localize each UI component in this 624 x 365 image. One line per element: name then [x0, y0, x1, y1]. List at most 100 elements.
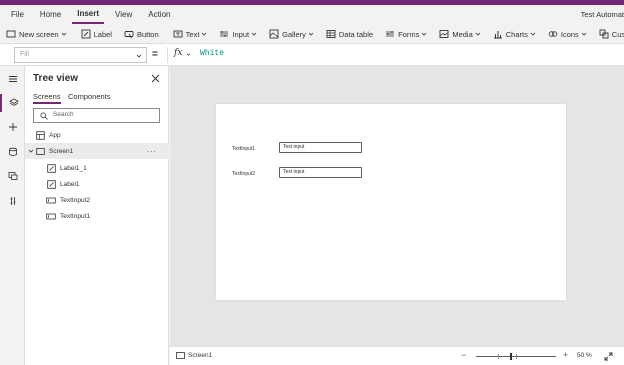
- zoom-tick: [498, 354, 499, 359]
- chevron-down-icon: [251, 32, 257, 36]
- data-table-icon: [326, 30, 336, 38]
- gallery-button[interactable]: Gallery: [263, 25, 320, 43]
- screen-icon: [176, 352, 185, 359]
- tree-node-label: Screen1: [49, 147, 74, 155]
- tree-view-panel: Tree view Screens Components Search App …: [25, 66, 169, 365]
- status-screen-name: Screen1: [188, 352, 213, 359]
- zoom-slider[interactable]: [476, 353, 556, 360]
- screen-selector[interactable]: Screen1: [176, 352, 212, 359]
- new-screen-label: New screen: [19, 29, 59, 39]
- canvas-textinput1[interactable]: Text input: [279, 142, 362, 153]
- media-button[interactable]: Media: [433, 25, 486, 43]
- tree-node-label: App: [49, 131, 61, 139]
- gallery-icon: [269, 29, 279, 39]
- new-screen-icon: [6, 30, 16, 38]
- tree-node-label1-1[interactable]: Label1_1: [25, 160, 169, 176]
- zoom-in-button[interactable]: +: [563, 350, 568, 360]
- tree-node-label: TextInput2: [60, 196, 90, 204]
- formula-input[interactable]: White: [200, 49, 224, 58]
- label-edit-icon: [47, 179, 56, 189]
- charts-icon: [493, 31, 502, 39]
- chevron-down-icon: [136, 54, 142, 58]
- hamburger-menu-button[interactable]: [0, 70, 25, 88]
- icons-icon: [548, 31, 558, 37]
- tree-node-label: Label1_1: [60, 164, 87, 172]
- fx-icon[interactable]: fx: [174, 48, 182, 58]
- formula-divider: [167, 47, 168, 63]
- tree-search-input[interactable]: Search: [33, 108, 160, 123]
- chevron-down-icon[interactable]: [28, 148, 34, 154]
- tree-node-label: TextInput1: [60, 212, 90, 220]
- button-icon: [124, 31, 134, 39]
- chevron-down-icon: [422, 32, 427, 36]
- tree-node-label: Label1: [60, 180, 80, 188]
- data-table-button-label: Data table: [338, 29, 374, 39]
- custom-button[interactable]: Custom: [593, 25, 624, 43]
- close-icon[interactable]: [151, 74, 160, 83]
- app-icon: [36, 130, 45, 140]
- tab-screens[interactable]: Screens: [33, 92, 61, 104]
- chevron-down-icon: [475, 32, 481, 36]
- menu-home[interactable]: Home: [35, 5, 66, 25]
- canvas-area: TextInput1 Text input TextInput2 Text in…: [170, 66, 624, 346]
- menu-action[interactable]: Action: [143, 5, 175, 25]
- text-button-label: Text: [185, 29, 200, 39]
- layers-icon: [8, 98, 19, 106]
- plus-icon: [8, 123, 17, 131]
- search-icon: [40, 112, 48, 120]
- label-edit-icon: [47, 163, 56, 173]
- formula-bar: Fill = fx White: [0, 44, 624, 66]
- input-icon: [220, 31, 229, 37]
- new-screen-button[interactable]: New screen: [0, 25, 73, 43]
- menu-file[interactable]: File: [6, 5, 29, 25]
- custom-icon: [599, 29, 609, 39]
- canvas-textinput2[interactable]: Text input: [279, 167, 362, 178]
- forms-icon: [386, 31, 395, 37]
- charts-button[interactable]: Charts: [487, 25, 542, 43]
- tree-node-textinput1[interactable]: TextInput1: [25, 208, 169, 224]
- input-button-label: Input: [232, 29, 250, 39]
- property-placeholder: Fill: [20, 51, 29, 58]
- tree-node-app[interactable]: App: [25, 127, 169, 143]
- advanced-tools-button[interactable]: [0, 192, 25, 210]
- chevron-down-icon[interactable]: [186, 52, 191, 57]
- insert-button[interactable]: [0, 118, 25, 136]
- input-button[interactable]: Input: [213, 25, 263, 43]
- data-table-button[interactable]: Data table: [320, 25, 379, 43]
- label-button[interactable]: Label: [75, 25, 118, 43]
- forms-button[interactable]: Forms: [379, 25, 433, 43]
- tree-view-button[interactable]: [0, 94, 25, 112]
- canvas-label-textinput1[interactable]: TextInput1: [232, 146, 255, 152]
- zoom-out-button[interactable]: −: [461, 350, 466, 360]
- more-options-icon[interactable]: ...: [147, 145, 157, 154]
- zoom-slider-thumb[interactable]: [510, 353, 513, 360]
- data-button[interactable]: [0, 143, 25, 161]
- text-icon: [173, 30, 183, 38]
- expand-icon[interactable]: [604, 352, 613, 361]
- icons-button[interactable]: Icons: [542, 25, 593, 43]
- forms-button-label: Forms: [398, 29, 420, 39]
- tree-node-screen1[interactable]: Screen1 ...: [25, 143, 169, 159]
- text-input-icon: [46, 197, 56, 203]
- property-dropdown[interactable]: Fill: [14, 47, 147, 63]
- canvas-label-textinput2[interactable]: TextInput2: [232, 171, 255, 177]
- label-icon: [81, 29, 91, 39]
- media-icon: [439, 30, 449, 38]
- tree-view-title: Tree view: [33, 73, 79, 84]
- menu-insert[interactable]: Insert: [72, 6, 105, 24]
- app-title: Test Automat: [580, 10, 624, 19]
- icons-button-label: Icons: [560, 29, 579, 39]
- tree-node-label1[interactable]: Label1: [25, 176, 169, 192]
- tab-components[interactable]: Components: [68, 92, 111, 101]
- button-button[interactable]: Button: [118, 25, 165, 43]
- charts-button-label: Charts: [505, 29, 528, 39]
- menu-bar: File Home Insert View Action Test Automa…: [0, 5, 624, 25]
- left-rail: [0, 66, 25, 365]
- tree-node-textinput2[interactable]: TextInput2: [25, 192, 169, 208]
- screen-canvas[interactable]: TextInput1 Text input TextInput2 Text in…: [216, 104, 566, 300]
- text-button[interactable]: Text: [167, 25, 214, 43]
- media-pane-button[interactable]: [0, 167, 25, 185]
- menu-view[interactable]: View: [110, 5, 137, 25]
- zoom-tick: [516, 354, 517, 359]
- button-button-label: Button: [136, 29, 159, 39]
